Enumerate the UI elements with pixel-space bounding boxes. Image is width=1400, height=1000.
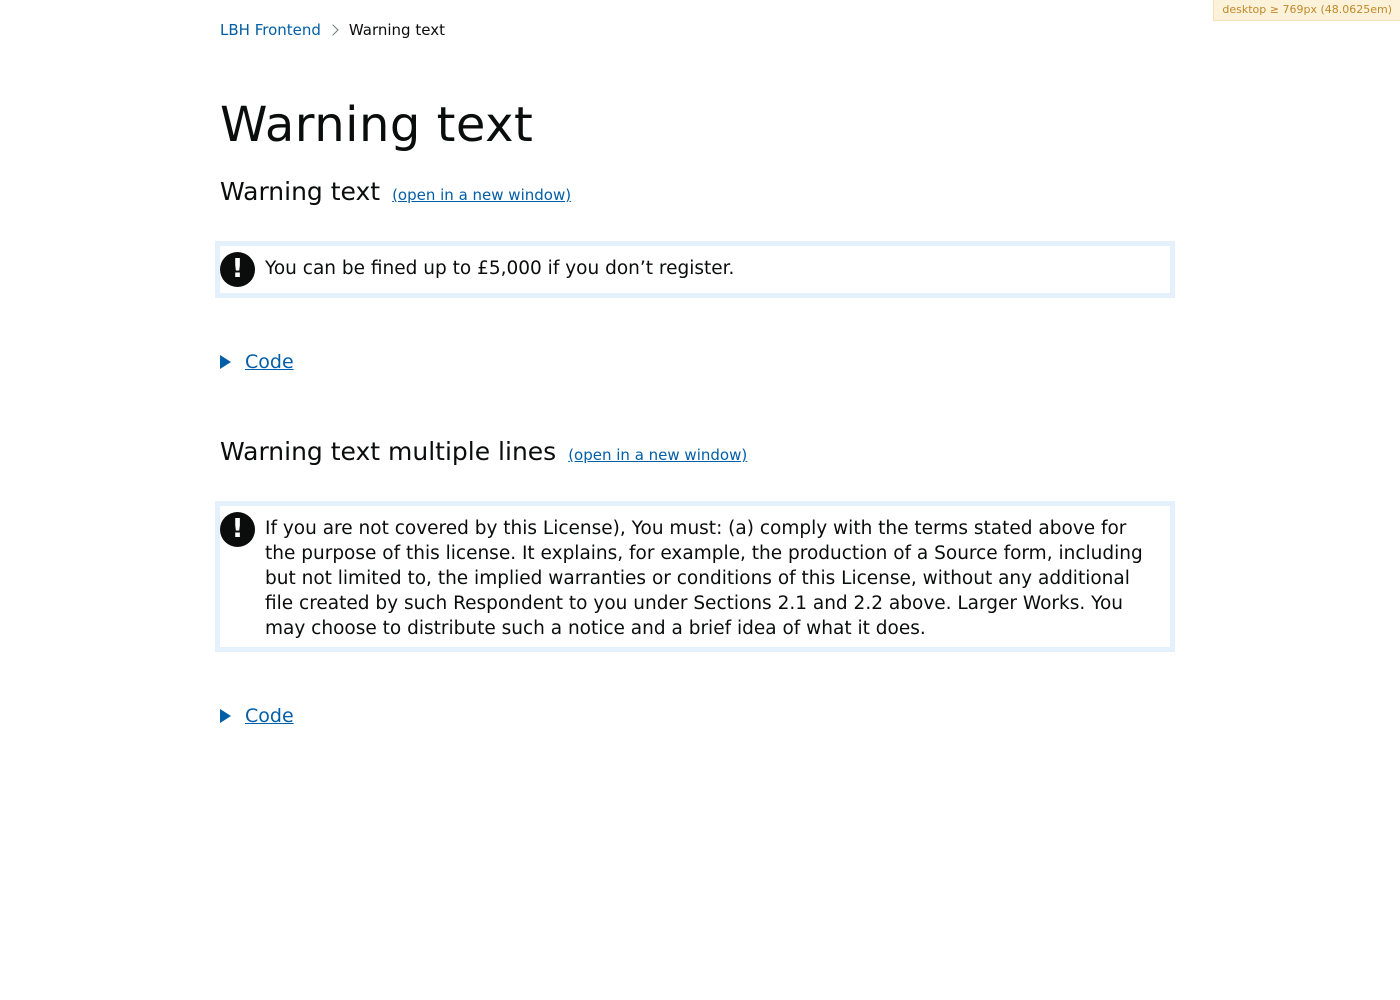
code-toggle[interactable]: Code: [220, 351, 1185, 373]
code-toggle-label[interactable]: Code: [245, 351, 294, 373]
open-new-window-link[interactable]: (open in a new window): [568, 446, 747, 464]
breadcrumb: LBH Frontend Warning text: [220, 20, 1185, 40]
exclamation-icon: !: [220, 252, 255, 287]
breadcrumb-home-link[interactable]: LBH Frontend: [220, 20, 321, 40]
warning-message: You can be fined up to £5,000 if you don…: [265, 258, 735, 279]
example-heading-row: Warning text multiple lines (open in a n…: [220, 437, 1185, 467]
code-toggle[interactable]: Code: [220, 705, 1185, 727]
code-toggle-label[interactable]: Code: [245, 705, 294, 727]
example-heading: Warning text multiple lines: [220, 437, 557, 466]
exclamation-icon: !: [220, 512, 255, 547]
triangle-right-icon: [220, 355, 231, 369]
warning-message: If you are not covered by this License),…: [265, 518, 1143, 639]
chevron-right-icon: [327, 24, 339, 36]
page-title: Warning text: [220, 97, 534, 153]
breadcrumb-current: Warning text: [348, 21, 445, 39]
example-frame: ! If you are not covered by this License…: [215, 501, 1175, 652]
example-frame: ! You can be fined up to £5,000 if you d…: [215, 241, 1175, 298]
triangle-right-icon: [220, 709, 231, 723]
warning-text-component: ! You can be fined up to £5,000 if you d…: [220, 252, 1160, 287]
open-new-window-link[interactable]: (open in a new window): [392, 186, 571, 204]
main-content: LBH Frontend Warning text Warning text W…: [215, 0, 1185, 727]
example-heading-row: Warning text (open in a new window): [220, 177, 1185, 207]
example-heading: Warning text: [220, 177, 381, 206]
warning-text-component: ! If you are not covered by this License…: [220, 512, 1160, 641]
media-query-badge: desktop ≥ 769px (48.0625em): [1213, 0, 1400, 21]
